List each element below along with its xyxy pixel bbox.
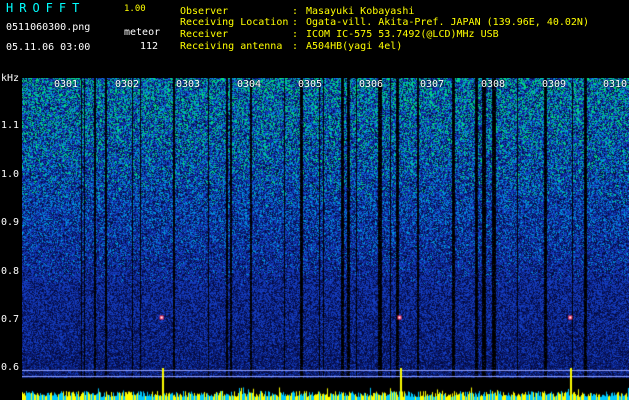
receiver-value: ICOM IC-575 53.7492(@LCD)MHz USB bbox=[306, 29, 499, 40]
app-version: 1.00 bbox=[124, 4, 146, 14]
antenna-label: Receiving antenna bbox=[180, 41, 283, 52]
x-tick-label: 0304 bbox=[237, 79, 262, 90]
antenna-value: A504HB(yagi 4el) bbox=[306, 41, 403, 52]
y-tick-label: 0.9 bbox=[1, 217, 20, 229]
app-title: HROFFT bbox=[6, 1, 86, 15]
x-tick-label: 0308 bbox=[481, 79, 506, 90]
colon-4: : bbox=[292, 41, 299, 52]
colon-2: : bbox=[292, 17, 299, 28]
colon-3: : bbox=[292, 29, 299, 40]
y-tick-label: 0.8 bbox=[1, 265, 20, 277]
meteor-label: meteor bbox=[124, 27, 161, 38]
y-tick-label: 1.1 bbox=[1, 120, 20, 132]
y-unit-label: kHz bbox=[1, 73, 20, 84]
y-tick-label: 0.7 bbox=[1, 313, 20, 325]
x-tick-label: 0303 bbox=[176, 79, 201, 90]
y-tick-label: 0.6 bbox=[1, 362, 20, 374]
file-name: 0511060300.png bbox=[6, 22, 91, 33]
header-panel: HROFFT 1.00 0511060300.png 05.11.06 03:0… bbox=[0, 0, 629, 72]
x-tick-label: 0309 bbox=[542, 79, 567, 90]
file-datetime: 05.11.06 03:00 bbox=[6, 42, 91, 53]
spectrogram-plot bbox=[22, 78, 629, 400]
location-value: Ogata-vill. Akita-Pref. JAPAN (139.96E, … bbox=[306, 17, 589, 28]
y-tick-label: 1.0 bbox=[1, 168, 20, 180]
receiver-label: Receiver bbox=[180, 29, 229, 40]
x-tick-label: 0310 bbox=[603, 79, 628, 90]
x-tick-label: 0305 bbox=[298, 79, 323, 90]
x-tick-label: 0302 bbox=[115, 79, 140, 90]
meteor-count: 112 bbox=[140, 41, 159, 52]
location-label: Receiving Location bbox=[180, 17, 289, 28]
x-tick-label: 0307 bbox=[420, 79, 445, 90]
x-tick-label: 0306 bbox=[359, 79, 384, 90]
x-tick-label: 0301 bbox=[54, 79, 79, 90]
